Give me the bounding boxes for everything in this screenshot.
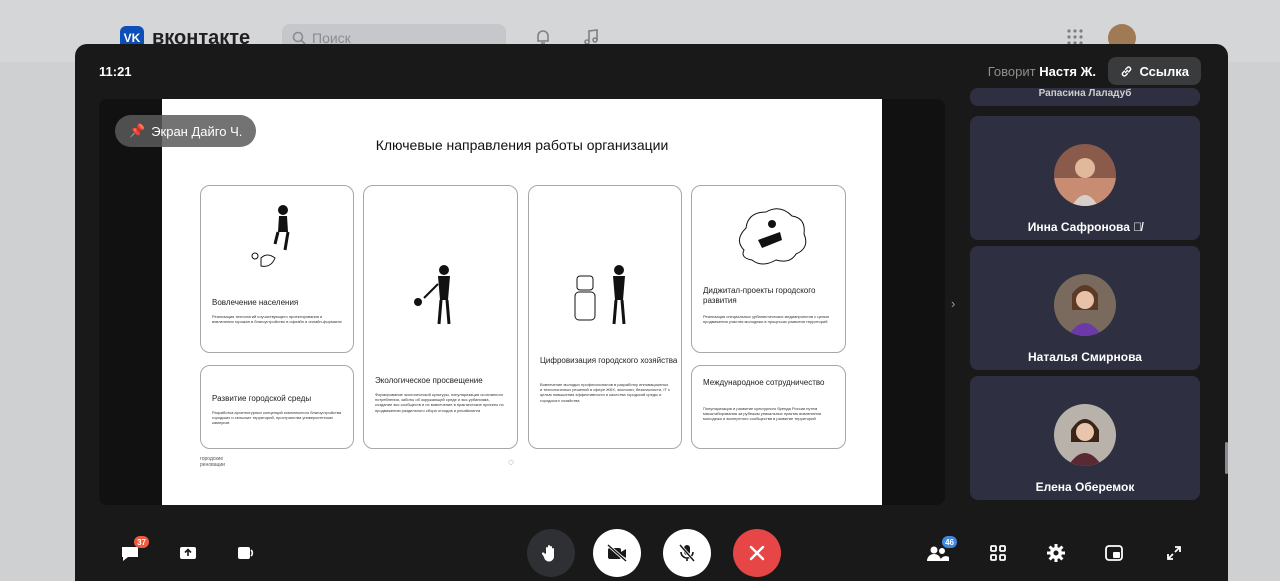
participant-name: Наталья Смирнова — [1028, 350, 1142, 364]
camera-off-button[interactable] — [593, 529, 641, 577]
hand-icon — [541, 545, 555, 562]
participant-avatar — [1054, 144, 1116, 206]
participant-name: Рапасина Лаладуб — [1038, 88, 1132, 99]
share-screen-button[interactable] — [173, 538, 203, 568]
person-sitting-illustration — [251, 205, 290, 267]
page-right-area — [1228, 62, 1280, 581]
chat-button[interactable]: 37 — [115, 536, 149, 568]
card-title: Международное сотрудничество — [703, 378, 825, 387]
link-icon — [1122, 65, 1132, 77]
person-gardening-illustration — [414, 265, 451, 325]
participant-name: Елена Оберемок — [1035, 480, 1135, 494]
person-cloud-illustration — [739, 208, 807, 265]
participant-tile[interactable]: Елена Оберемок — [970, 376, 1200, 500]
record-icon — [238, 547, 254, 559]
speaker-prefix: Говорит — [987, 64, 1036, 79]
gear-icon — [1047, 544, 1065, 562]
settings-button[interactable] — [1041, 538, 1071, 568]
participant-avatar — [1054, 274, 1116, 336]
participant-name: Инна Сафронова 🎙̸ — [970, 220, 1200, 234]
card-title: Цифровизация городского хозяйства — [540, 356, 678, 365]
slide-card: Международное сотрудничество Популяризац… — [691, 365, 846, 449]
link-label: Ссылка — [1139, 63, 1189, 79]
call-time: 11:21 — [99, 64, 132, 79]
card-text: Реализация технологий соучаствующего про… — [212, 314, 342, 325]
participants-button[interactable]: 46 — [923, 536, 957, 568]
muted-mic-icon: 🎙̸ — [1133, 220, 1143, 234]
participant-avatar — [1054, 404, 1116, 466]
screen-owner-text: Экран Дайго Ч. — [151, 123, 243, 139]
page-left-area — [0, 62, 75, 581]
slide-brand: городские реновации — [200, 456, 225, 468]
participant-tile[interactable]: Инна Сафронова 🎙̸ — [970, 116, 1200, 240]
slide-title: Ключевые направления работы организации — [375, 137, 669, 153]
card-title: Экологическое просвещение — [375, 376, 483, 385]
call-toolbar: 37 46 — [75, 526, 1228, 581]
speaker-name: Настя Ж. — [1039, 64, 1096, 79]
card-title: Вовлечение населения — [212, 298, 299, 307]
grid-icon — [990, 545, 1006, 561]
participant-name-text: Инна Сафронова — [1027, 220, 1130, 234]
participant-tile[interactable]: Рапасина Лаладуб — [970, 88, 1200, 106]
end-call-button[interactable] — [733, 529, 781, 577]
participant-tile[interactable]: Наталья Смирнова — [970, 246, 1200, 370]
microphone-off-icon — [678, 544, 696, 562]
pip-icon — [1105, 545, 1123, 561]
screen-owner-label[interactable]: 📌 Экран Дайго Ч. — [115, 115, 257, 147]
card-title: Диджитал-проекты городского развития — [703, 286, 816, 305]
raise-hand-button[interactable] — [527, 529, 575, 577]
expand-icon — [1167, 546, 1181, 560]
slide-card: Цифровизация городского хозяйства Вовлеч… — [528, 185, 682, 449]
card-title: Развитие городской среды — [212, 394, 312, 403]
card-text: Реализация специальных урбанистических м… — [703, 314, 830, 325]
participants-badge: 46 — [942, 536, 957, 548]
loop-icon: ◌ — [508, 457, 514, 468]
close-icon — [749, 545, 765, 561]
expand-sidebar-chevron-icon[interactable]: › — [951, 296, 955, 311]
slide-card: Вовлечение населения Реализация технолог… — [200, 185, 354, 353]
camera-off-icon — [607, 543, 627, 563]
microphone-off-button[interactable] — [663, 529, 711, 577]
screen-share-stage[interactable]: Ключевые направления работы организации … — [99, 99, 945, 505]
picture-in-picture-button[interactable] — [1099, 538, 1129, 568]
copy-link-button[interactable]: Ссылка — [1108, 57, 1201, 85]
pin-icon: 📌 — [129, 123, 146, 138]
card-text: Вовлечение молодых профессионалов в разр… — [540, 382, 670, 403]
search-icon — [292, 31, 306, 45]
fullscreen-button[interactable] — [1159, 538, 1189, 568]
card-text: Популяризация и развитие культурного бре… — [703, 406, 821, 422]
card-text: Разработка архитектурных концепций компл… — [212, 410, 342, 426]
presentation-slide: Ключевые направления работы организации … — [162, 99, 882, 505]
slide-card: Диджитал-проекты городского развития Реа… — [691, 185, 846, 353]
person-robot-illustration — [574, 265, 626, 325]
slide-card: Экологическое просвещение Формирование э… — [363, 185, 518, 449]
participants-scrollbar[interactable] — [1225, 442, 1228, 474]
card-text: Формирование экологической культуры, поп… — [375, 392, 504, 413]
grid-layout-button[interactable] — [983, 538, 1013, 568]
active-speaker: Говорит Настя Ж. — [988, 64, 1096, 79]
call-window: 11:21 Говорит Настя Ж. Ссылка Ключевые н… — [75, 44, 1228, 581]
record-button[interactable] — [231, 538, 261, 568]
chat-badge: 37 — [134, 536, 149, 548]
share-screen-icon — [180, 547, 196, 559]
slide-card: Развитие городской среды Разработка архи… — [200, 365, 354, 449]
